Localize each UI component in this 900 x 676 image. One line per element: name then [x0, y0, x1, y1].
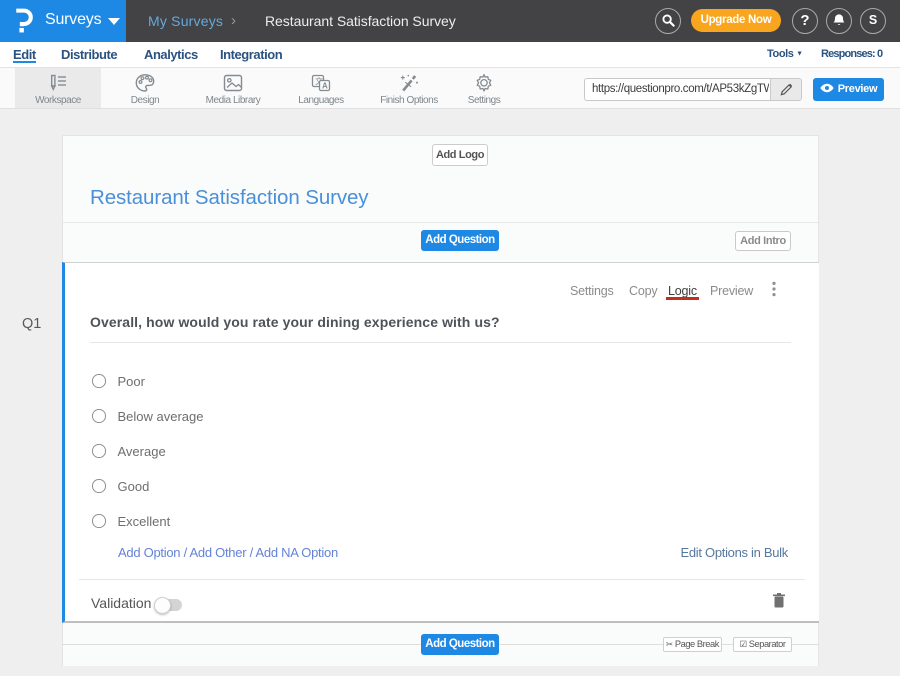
svg-text:A: A	[322, 82, 328, 91]
